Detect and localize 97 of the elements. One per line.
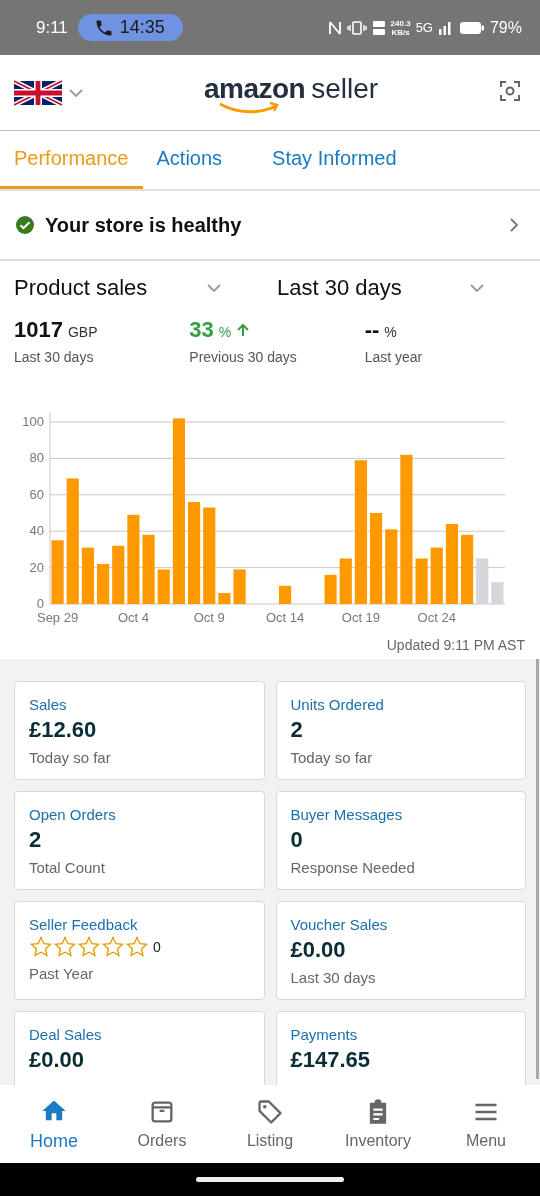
bar	[218, 593, 231, 604]
bar	[157, 569, 170, 604]
x-axis-label: Oct 9	[193, 610, 225, 625]
battery-level: 79%	[489, 18, 522, 37]
vibrate-icon	[346, 20, 367, 35]
metric-card[interactable]: Seller Feedback 0 Past Year	[14, 901, 265, 1000]
bar	[279, 585, 292, 604]
chevron-down-icon	[68, 87, 84, 98]
nav-tab[interactable]: Inventory	[328, 1098, 428, 1150]
card-value: £0.00	[290, 937, 346, 963]
bar	[51, 540, 64, 604]
rating-count: 0	[153, 939, 161, 955]
metric-card[interactable]: Open Orders 2 Total Count	[14, 791, 265, 890]
card-title: Sales	[29, 696, 67, 713]
amazon-seller-logo: amazon seller	[203, 72, 379, 113]
stat-unit: %	[218, 324, 232, 340]
card-title: Open Orders	[29, 806, 116, 823]
stat-unit: %	[384, 324, 397, 340]
nav-tab[interactable]: Home	[4, 1096, 104, 1152]
bar	[112, 545, 125, 604]
call-chip[interactable]: 14:35	[77, 14, 183, 41]
card-title: Payments	[290, 1026, 358, 1043]
bar	[491, 582, 504, 604]
bar	[324, 574, 337, 604]
stat-value: 33	[189, 317, 214, 343]
dropdown[interactable]: Last 30 days	[277, 275, 540, 301]
card-value: £0.00	[29, 1047, 85, 1073]
y-axis-label: 40	[29, 523, 44, 539]
nfc-icon	[327, 19, 342, 36]
card-value: 0	[290, 827, 303, 853]
stat-caption: Last 30 days	[14, 349, 95, 365]
stat-caption: Last year	[364, 349, 424, 365]
metric-card[interactable]: Deal Sales £0.00	[14, 1011, 265, 1085]
y-axis-label: 80	[29, 450, 44, 466]
card-value: £12.60	[29, 717, 97, 743]
nav-tab[interactable]: Orders	[112, 1098, 212, 1150]
flag-icon	[14, 78, 62, 107]
stat-value: --	[364, 317, 380, 343]
bar	[476, 558, 489, 604]
chevron-down-icon	[469, 283, 485, 293]
card-caption: Last 30 days	[290, 969, 376, 986]
nav-tab[interactable]: Menu	[436, 1098, 536, 1150]
clock: 9:11	[36, 17, 68, 38]
tab[interactable]: Stay Informed	[258, 131, 411, 189]
card-title: Seller Feedback	[29, 916, 138, 933]
metric-card[interactable]: Sales £12.60 Today so far	[14, 681, 265, 780]
arrow-up-icon	[236, 323, 251, 337]
bar	[81, 547, 94, 604]
bar	[142, 534, 155, 604]
bar	[233, 569, 246, 604]
x-axis-label: Oct 4	[117, 610, 149, 625]
card-caption: Total Count	[29, 859, 105, 876]
metric-card[interactable]: Payments £147.65	[275, 1011, 526, 1085]
stat-value: 1017	[14, 317, 63, 343]
x-axis-label: Oct 19	[341, 610, 381, 625]
x-axis-label: Oct 24	[417, 610, 456, 625]
store-health-row[interactable]: Your store is healthy	[0, 191, 540, 261]
chevron-down-icon	[206, 283, 222, 293]
y-axis-label: 0	[36, 596, 44, 611]
metric-card[interactable]: Voucher Sales £0.00 Last 30 days	[275, 901, 526, 1000]
card-value: 2	[29, 827, 42, 853]
battery-icon	[458, 20, 485, 35]
scan-icon	[498, 79, 522, 103]
card-caption: Today so far	[29, 749, 111, 766]
card-value: 2	[290, 717, 303, 743]
card-title: Buyer Messages	[290, 806, 403, 823]
country-selector[interactable]	[14, 78, 84, 107]
nav-tab[interactable]: Listing	[220, 1098, 320, 1150]
bar	[97, 563, 110, 604]
x-axis-label: Sep 29	[37, 610, 79, 625]
card-caption: Today so far	[290, 749, 373, 766]
card-title: Deal Sales	[29, 1026, 102, 1043]
metric-card[interactable]: Units Ordered 2 Today so far	[275, 681, 526, 780]
y-axis-label: 20	[29, 559, 44, 575]
y-axis-label: 100	[22, 414, 44, 429]
bar	[461, 534, 474, 604]
bar	[339, 558, 352, 604]
card-value: £147.65	[290, 1047, 371, 1073]
updated-time: Updated 9:11 PM AST	[385, 636, 526, 655]
tab[interactable]: Actions	[142, 131, 237, 189]
x-axis-label: Oct 14	[265, 610, 305, 625]
y-axis-label: 60	[29, 486, 44, 502]
network-type: 5G	[415, 20, 433, 35]
chevron-right-icon	[508, 217, 520, 233]
card-caption: Past Year	[29, 965, 94, 982]
dropdown[interactable]: Product sales	[14, 275, 277, 301]
card-caption: Response Needed	[290, 859, 415, 876]
network-speed: 240.3 KB/s	[390, 18, 411, 37]
stat-caption: Previous 30 days	[189, 349, 298, 365]
card-title: Units Ordered	[290, 696, 384, 713]
tag-icon	[256, 1098, 284, 1126]
signal-icon	[437, 19, 454, 36]
card-title: Voucher Sales	[290, 916, 388, 933]
metric-card[interactable]: Buyer Messages 0 Response Needed	[275, 791, 526, 890]
bar	[430, 547, 443, 604]
bar	[415, 558, 428, 604]
stat-unit: GBP	[67, 324, 98, 340]
